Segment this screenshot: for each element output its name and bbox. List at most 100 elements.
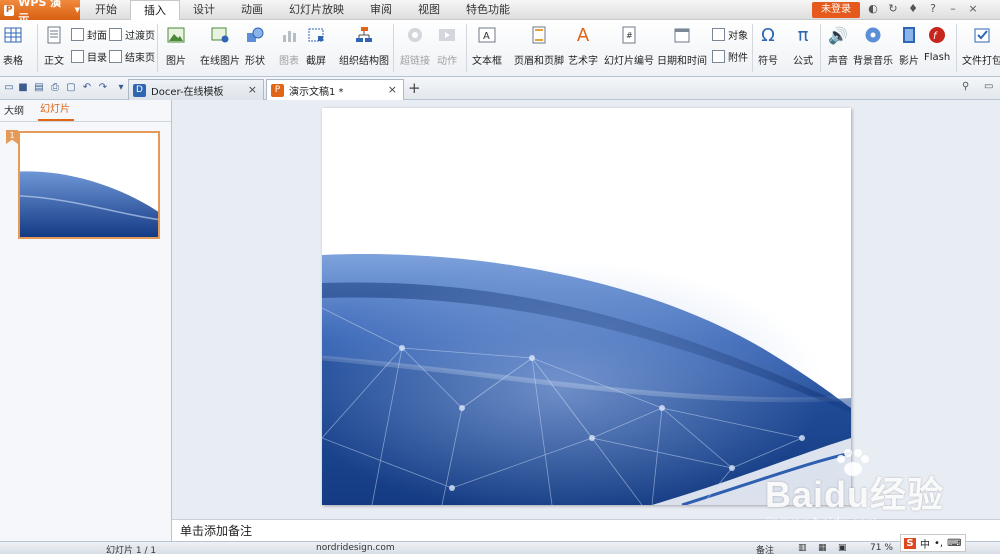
print-icon[interactable]: ⎙: [48, 81, 62, 95]
new-tab-icon[interactable]: +: [408, 79, 421, 97]
slide-number-button[interactable]: # 幻灯片编号: [604, 24, 654, 67]
keyboard-icon: ⌨: [947, 537, 962, 549]
disc-icon: [862, 24, 884, 46]
object-icon: [712, 27, 725, 41]
transition-page-icon: [109, 27, 122, 41]
close-tab-icon[interactable]: ×: [388, 83, 397, 96]
notes-toggle[interactable]: 备注: [756, 543, 774, 554]
tab-outline[interactable]: 大纲: [2, 102, 28, 121]
sogou-icon: S: [904, 537, 916, 549]
login-button[interactable]: 未登录: [812, 2, 860, 18]
wordart-button[interactable]: A 艺术字: [568, 24, 598, 68]
close-icon[interactable]: ×: [966, 2, 980, 16]
transition-page-button[interactable]: 过渡页: [109, 25, 155, 43]
zoom-level[interactable]: 71 %: [870, 543, 893, 553]
online-picture-icon: [209, 24, 231, 46]
picture-button[interactable]: 图片: [165, 24, 187, 67]
shape-button[interactable]: 形状: [244, 24, 266, 67]
slide-indicator: 幻灯片 1 / 1: [106, 546, 157, 554]
body-text-button[interactable]: 正文: [43, 24, 65, 67]
tab-label: 演示文稿1 *: [289, 86, 344, 98]
picture-icon: [165, 24, 187, 46]
online-picture-button[interactable]: 在线图片: [200, 24, 240, 67]
action-button[interactable]: 动作: [436, 24, 458, 67]
tab-label: Docer-在线模板: [151, 86, 224, 98]
omega-icon: Ω: [761, 24, 775, 46]
equation-button[interactable]: π 公式: [792, 24, 814, 68]
package-icon: [971, 24, 993, 46]
slide-thumbnail[interactable]: [18, 131, 160, 239]
table-icon: [2, 24, 24, 46]
chart-icon: [278, 24, 300, 46]
film-icon: [898, 24, 920, 46]
baidu-watermark: Baidu经验 jingyan.baidu.com: [765, 446, 985, 536]
status-bar: 幻灯片 1 / 1 nordridesign.com 备注 ▥ ▦ ▣ 71 %: [0, 541, 1000, 554]
header-footer-button[interactable]: 页眉和页脚: [514, 24, 564, 67]
screenshot-button[interactable]: 截屏: [305, 24, 327, 67]
hyperlink-button[interactable]: 超链接: [400, 24, 430, 67]
save-icon[interactable]: ■: [16, 81, 30, 95]
file-pack-button[interactable]: 文件打包: [962, 24, 1000, 67]
normal-view-icon[interactable]: ▥: [798, 543, 807, 553]
quick-access-toolbar: ▭ ■ ▤ ⎙ ▢ ↶ ↷ ▾ D Docer-在线模板 × P 演示文稿1 *…: [0, 77, 1000, 100]
menu-home[interactable]: 开始: [82, 0, 130, 20]
ime-toolbar[interactable]: S 中 •, ⌨: [900, 534, 966, 552]
print-preview-icon[interactable]: ▢: [64, 81, 78, 95]
export-pdf-icon[interactable]: ▤: [32, 81, 46, 95]
tab-slides[interactable]: 幻灯片: [38, 100, 74, 121]
slide-number-icon: #: [618, 24, 640, 46]
object-button[interactable]: 对象: [712, 25, 748, 43]
minimize-icon[interactable]: –: [946, 2, 960, 16]
pin-icon[interactable]: ⚲: [962, 81, 969, 92]
menu-bar: 开始 插入 设计 动画 幻灯片放映 审阅 视图 特色功能: [82, 0, 523, 20]
skin-icon[interactable]: ◐: [866, 2, 880, 16]
menu-features[interactable]: 特色功能: [453, 0, 523, 20]
slide-number-badge: 1: [6, 130, 18, 144]
hyperlink-icon: [404, 24, 426, 46]
tab-presentation1[interactable]: P 演示文稿1 * ×: [266, 79, 404, 100]
ribbon-insert: 表格 正文 封面 目录 过渡页 结束页 图片 在线图片 形状 图表 截屏 组织结…: [0, 20, 1000, 77]
close-tab-icon[interactable]: ×: [248, 83, 257, 96]
attachment-button[interactable]: 附件: [712, 47, 748, 65]
calendar-icon: [671, 24, 693, 46]
screenshot-icon: [305, 24, 327, 46]
tab-docer-templates[interactable]: D Docer-在线模板 ×: [128, 79, 264, 100]
menu-review[interactable]: 审阅: [357, 0, 405, 20]
help-icon[interactable]: ?: [926, 2, 940, 16]
redo-icon[interactable]: ↷: [96, 81, 110, 95]
chart-button[interactable]: 图表: [278, 24, 300, 67]
sync-icon[interactable]: ↻: [886, 2, 900, 16]
sound-button[interactable]: 🔊 声音: [827, 24, 849, 68]
table-button[interactable]: 表格: [2, 24, 24, 67]
movie-button[interactable]: 影片: [898, 24, 920, 67]
org-chart-button[interactable]: 组织结构图: [339, 24, 389, 67]
end-page-button[interactable]: 结束页: [109, 47, 155, 65]
end-page-icon: [109, 49, 122, 63]
customize-caret-icon[interactable]: ▾: [114, 81, 128, 95]
toc-button[interactable]: 目录: [71, 47, 107, 65]
symbol-button[interactable]: Ω 符号: [757, 24, 779, 68]
undo-icon[interactable]: ↶: [80, 81, 94, 95]
toc-icon: [71, 49, 84, 63]
flash-button[interactable]: f Flash: [924, 24, 950, 63]
date-time-button[interactable]: 日期和时间: [657, 24, 707, 67]
open-folder-icon[interactable]: ▭: [2, 81, 16, 95]
textbox-icon: A: [476, 24, 498, 46]
wordart-icon: A: [576, 24, 590, 46]
textbox-button[interactable]: A 文本框: [472, 24, 502, 67]
restore-icon[interactable]: ▭: [984, 81, 993, 92]
menu-slideshow[interactable]: 幻灯片放映: [276, 0, 357, 20]
slides-panel: 大纲 幻灯片 1: [0, 100, 172, 541]
text-page-icon: [43, 24, 65, 46]
cover-button[interactable]: 封面: [71, 25, 107, 43]
menu-view[interactable]: 视图: [405, 0, 453, 20]
reading-view-icon[interactable]: ▣: [838, 543, 847, 553]
menu-animation[interactable]: 动画: [228, 0, 276, 20]
menu-insert[interactable]: 插入: [130, 0, 180, 20]
menu-design[interactable]: 设计: [180, 0, 228, 20]
watermark-url: jingyan.baidu.com: [765, 514, 878, 530]
shirt-icon[interactable]: ♦: [906, 2, 920, 16]
bg-music-button[interactable]: 背景音乐: [853, 24, 893, 67]
app-menu-button[interactable]: P WPS 演示 ▼: [0, 0, 80, 25]
sorter-view-icon[interactable]: ▦: [818, 543, 827, 553]
